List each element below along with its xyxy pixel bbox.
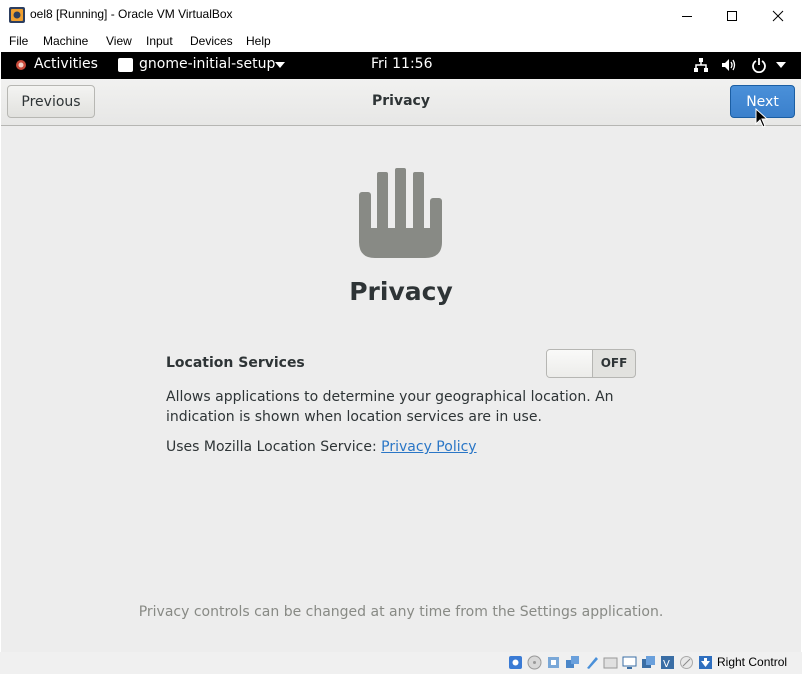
vbox-statusbar: V Right Control	[0, 652, 802, 674]
network-icon[interactable]	[693, 57, 709, 73]
recording-icon[interactable]: V	[660, 655, 675, 670]
shared-folders-icon[interactable]	[603, 655, 618, 670]
menu-file[interactable]: File	[9, 34, 28, 48]
mouse-cursor-icon	[755, 108, 768, 128]
menu-view[interactable]: View	[106, 34, 132, 48]
optical-drive-icon[interactable]	[527, 655, 542, 670]
privacy-policy-link[interactable]: Privacy Policy	[381, 439, 476, 455]
maximize-icon	[727, 10, 737, 21]
menu-bar: File Machine View Input Devices Help	[0, 31, 802, 52]
virtualbox-app-icon	[9, 7, 25, 23]
maximize-button[interactable]	[709, 0, 755, 31]
footer-note: Privacy controls can be changed at any t…	[138, 604, 664, 620]
system-menu-chevron-icon[interactable]	[776, 62, 786, 69]
menu-machine[interactable]: Machine	[43, 34, 88, 48]
switch-knob[interactable]	[547, 350, 593, 377]
usb-icon[interactable]	[584, 655, 599, 670]
minimize-button[interactable]	[664, 0, 710, 31]
mouse-integration-icon[interactable]	[698, 655, 713, 670]
capture-icon[interactable]	[641, 655, 656, 670]
display-icon[interactable]	[622, 655, 637, 670]
page-title: Privacy	[349, 277, 453, 306]
close-button[interactable]	[755, 0, 801, 31]
description-line-1: Allows applications to determine your ge…	[166, 389, 614, 405]
menu-input[interactable]: Input	[146, 34, 173, 48]
volume-icon[interactable]	[721, 58, 737, 72]
header-title: Privacy	[372, 93, 430, 109]
menu-devices[interactable]: Devices	[190, 34, 233, 48]
mozilla-location-label: Uses Mozilla Location Service:	[166, 439, 382, 455]
close-icon	[772, 10, 784, 21]
svg-text:V: V	[663, 659, 670, 670]
window-titlebar[interactable]: oel8 [Running] - Oracle VM VirtualBox	[0, 0, 802, 31]
location-services-switch[interactable]: OFF	[546, 349, 636, 378]
mozilla-location-text: Uses Mozilla Location Service: Privacy P…	[166, 439, 477, 455]
app-menu[interactable]: gnome-initial-setup	[139, 56, 275, 72]
minimize-icon	[682, 15, 692, 17]
activities-button[interactable]: Activities	[34, 56, 98, 72]
menu-help[interactable]: Help	[246, 34, 271, 48]
host-key-label: Right Control	[717, 655, 788, 669]
chevron-down-icon	[275, 62, 285, 68]
hard-disk-icon[interactable]	[508, 655, 523, 670]
activities-icon	[16, 60, 26, 70]
hand-stop-icon	[359, 168, 442, 258]
location-services-label: Location Services	[166, 355, 305, 371]
gnome-top-bar: Activities gnome-initial-setup Fri 11:56	[1, 52, 801, 79]
switch-state-label: OFF	[600, 356, 628, 370]
clock[interactable]: Fri 11:56	[371, 56, 432, 72]
vm-display[interactable]: Activities gnome-initial-setup Fri 11:56…	[1, 52, 801, 652]
app-window-icon	[118, 58, 133, 72]
network-adapter-icon[interactable]	[565, 655, 580, 670]
description-line-2: indication is shown when location servic…	[166, 409, 542, 425]
power-icon[interactable]	[751, 57, 767, 73]
audio-icon[interactable]	[546, 655, 561, 670]
setup-headerbar: Previous Privacy Next	[1, 79, 801, 128]
window-title: oel8 [Running] - Oracle VM VirtualBox	[30, 7, 233, 21]
virtualization-icon[interactable]	[679, 655, 694, 670]
